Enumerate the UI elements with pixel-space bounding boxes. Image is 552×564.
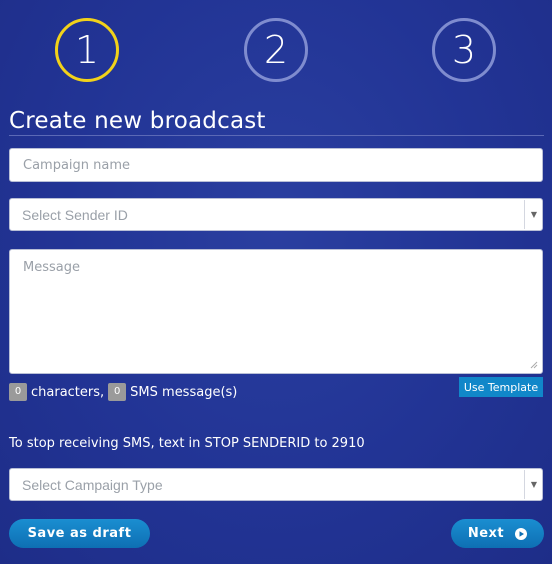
message-placeholder: Message: [23, 260, 80, 275]
step-2[interactable]: 2: [244, 18, 308, 82]
message-textarea[interactable]: Message: [9, 249, 543, 374]
campaign-type-select[interactable]: Select Campaign Type ▼: [9, 468, 543, 501]
sender-id-select-label: Select Sender ID: [22, 207, 128, 223]
sms-label: SMS message(s): [130, 384, 238, 400]
step-indicator: 1 2 3: [0, 18, 552, 88]
sms-count-badge: 0: [108, 383, 127, 401]
title-divider: [9, 135, 544, 136]
next-button[interactable]: Next: [451, 519, 544, 548]
campaign-name-placeholder: Campaign name: [23, 157, 131, 173]
sender-id-select[interactable]: Select Sender ID ▼: [9, 198, 543, 231]
caret-down-icon: ▼: [530, 480, 537, 489]
step-1[interactable]: 1: [55, 18, 119, 82]
next-label: Next: [467, 526, 505, 541]
use-template-button[interactable]: Use Template: [459, 377, 543, 397]
caret-down-icon: ▼: [530, 210, 537, 219]
select-divider: [524, 470, 525, 499]
campaign-type-select-label: Select Campaign Type: [22, 477, 163, 493]
step-3[interactable]: 3: [432, 18, 496, 82]
save-draft-label: Save as draft: [27, 526, 132, 541]
stop-notice: To stop receiving SMS, text in STOP SEND…: [9, 436, 365, 451]
character-count-badge: 0: [9, 383, 27, 401]
message-counter: 0 characters, 0 SMS message(s): [9, 383, 237, 401]
page-title: Create new broadcast: [9, 108, 266, 134]
play-circle-icon: [515, 527, 528, 540]
characters-label: characters,: [31, 384, 105, 400]
campaign-name-input[interactable]: Campaign name: [9, 148, 543, 182]
resize-grip-icon[interactable]: [528, 359, 538, 369]
save-draft-button[interactable]: Save as draft: [9, 519, 150, 548]
select-divider: [524, 200, 525, 229]
